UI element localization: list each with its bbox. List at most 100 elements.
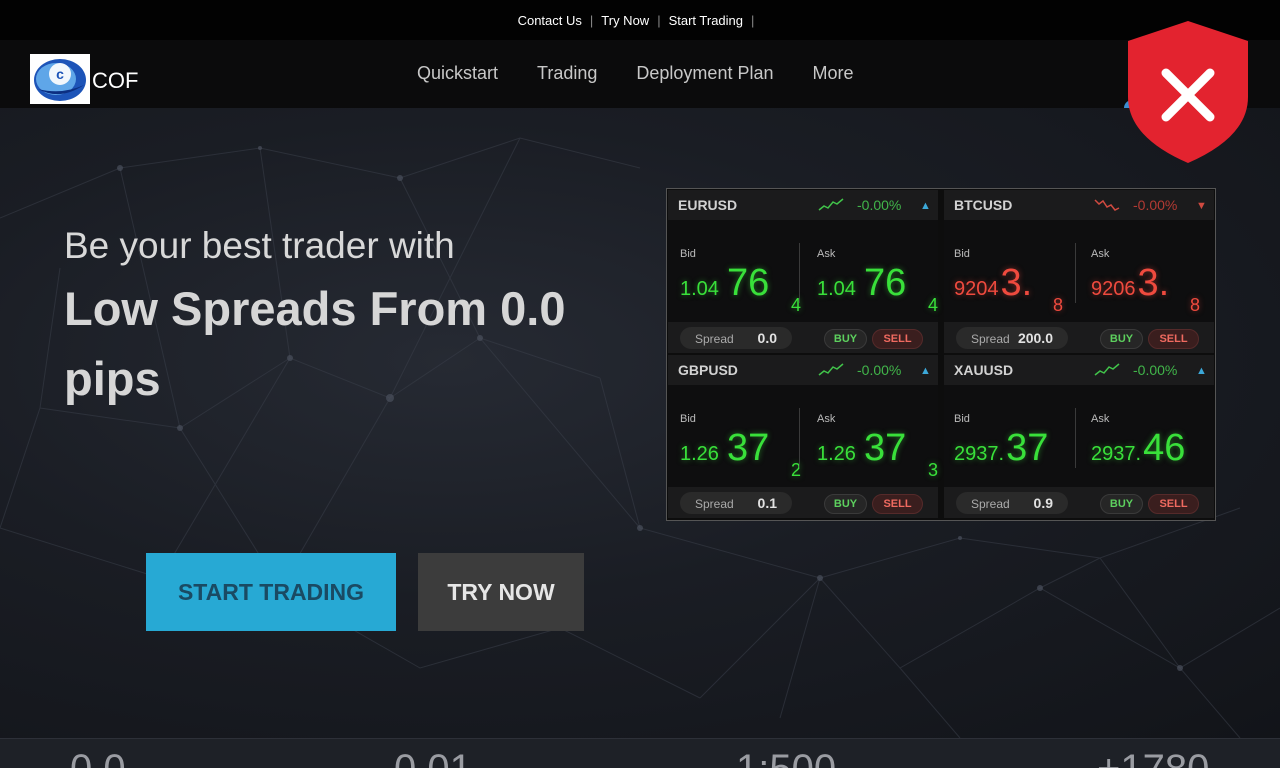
sell-button[interactable]: SELL: [872, 494, 923, 514]
spread-value: 0.0: [757, 330, 777, 346]
ask-price-small: 9206: [1091, 278, 1136, 300]
triangle-up-icon: ▲: [920, 200, 931, 212]
spread-value: 200.0: [1017, 330, 1053, 346]
quote-card-btcusd: BTCUSD -0.00% ▼ Bid 92043. 8 Ask 92063. …: [944, 190, 1214, 353]
nav-item-quickstart[interactable]: Quickstart: [417, 63, 498, 84]
ask-price-big: 3.: [1137, 262, 1170, 304]
spread-value: 0.9: [1033, 495, 1053, 511]
ask-price-small: 1.26: [817, 443, 856, 465]
ask-price: Ask 92063. 8: [1091, 248, 1200, 315]
bid-label: Bid: [680, 248, 696, 260]
symbol-label: EURUSD: [678, 197, 738, 213]
bid-price-big: 76: [726, 262, 770, 304]
bid-price-small: 1.04: [680, 278, 719, 300]
ask-price-big: 46: [1143, 427, 1186, 469]
nav-item-deployment-plan[interactable]: Deployment Plan: [636, 63, 773, 84]
change-percent: -0.00%: [1133, 197, 1178, 213]
symbol-label: GBPUSD: [678, 362, 738, 378]
change-percent: -0.00%: [857, 197, 902, 213]
ask-pip: 4: [928, 295, 939, 315]
hero-headline: Low Spreads From 0.0 pips: [64, 282, 566, 405]
bid-price-small: 9204: [954, 278, 999, 300]
symbol-label: BTCUSD: [954, 197, 1013, 213]
quote-card-eurusd: EURUSD -0.00% ▲ Bid 1.04 76 4 Ask 1.04 76 …: [668, 190, 938, 353]
spread-label: Spread: [971, 497, 1010, 511]
spread-badge: Spread 200.0: [956, 327, 1068, 349]
contact-us-link[interactable]: Contact Us: [518, 13, 582, 28]
bid-price: Bid 2937.37: [954, 413, 1048, 469]
triangle-up-icon: ▲: [1196, 365, 1207, 377]
quote-card-gbpusd: GBPUSD -0.00% ▲ Bid 1.26 37 2 Ask 1.26 37 …: [668, 355, 938, 518]
bid-price-big: 3.: [1000, 262, 1033, 304]
separator: |: [657, 12, 661, 28]
quote-card-xauusd: XAUUSD -0.00% ▲ Bid 2937.37 Ask 2937.46 …: [944, 355, 1214, 518]
bid-label: Bid: [680, 413, 696, 425]
bid-price-big: 37: [1006, 427, 1049, 469]
spread-badge: Spread 0.0: [680, 327, 792, 349]
separator: |: [589, 12, 594, 28]
nav-item-more[interactable]: More: [812, 63, 853, 84]
ask-label: Ask: [1091, 248, 1110, 260]
sell-button[interactable]: SELL: [1148, 329, 1199, 349]
svg-text:c: c: [56, 66, 64, 82]
symbol-label: XAUUSD: [954, 362, 1014, 378]
price-quotes-panel: EURUSD -0.00% ▲ Bid 1.04 76 4 Ask 1.04 76 …: [666, 188, 1216, 521]
start-trading-button[interactable]: START TRADING: [146, 553, 396, 631]
ask-label: Ask: [1091, 413, 1110, 425]
divider: [799, 408, 800, 468]
sell-button[interactable]: SELL: [872, 329, 923, 349]
bid-label: Bid: [954, 248, 970, 260]
bid-price-big: 37: [726, 427, 770, 469]
sparkline-up-icon: [818, 363, 844, 376]
hero-tagline: Be your best trader with: [64, 225, 455, 266]
ask-label: Ask: [817, 413, 836, 425]
nav-item-trading[interactable]: Trading: [537, 63, 597, 84]
spread-label: Spread: [971, 332, 1010, 346]
nav-menu: Quickstart Trading Deployment Plan More: [417, 63, 893, 84]
spread-badge: Spread 0.9: [956, 492, 1068, 514]
separator: |: [751, 12, 755, 28]
sparkline-up-icon: [818, 198, 844, 211]
sell-button[interactable]: SELL: [1148, 494, 1199, 514]
buy-button[interactable]: BUY: [1100, 494, 1143, 514]
buy-button[interactable]: BUY: [824, 494, 867, 514]
spread-label: Spread: [695, 332, 734, 346]
stat-min-spread: 0.0: [70, 747, 126, 768]
ask-pip: 8: [1190, 295, 1201, 315]
main-nav: c COF Quickstart Trading Deployment Plan…: [0, 40, 1280, 130]
top-links-bar: Contact Us | Try Now | Start Trading |: [0, 0, 1280, 40]
brand-logo[interactable]: c COF: [30, 54, 138, 104]
bid-price: Bid 92043. 8: [954, 248, 1063, 315]
bid-label: Bid: [954, 413, 970, 425]
ask-pip: 3: [928, 460, 939, 480]
buy-button[interactable]: BUY: [1100, 329, 1143, 349]
cof-logo-icon: c: [30, 54, 90, 104]
buy-button[interactable]: BUY: [824, 329, 867, 349]
spread-value: 0.1: [757, 495, 777, 511]
spread-label: Spread: [695, 497, 734, 511]
ask-price-big: 76: [863, 262, 907, 304]
ask-price-small: 2937.: [1091, 443, 1142, 465]
try-now-button[interactable]: TRY NOW: [418, 553, 584, 631]
stats-strip: 0.0 0.01 1:500 +1780: [0, 738, 1280, 768]
ask-price: Ask 1.04 76 4: [817, 248, 938, 315]
ask-price: Ask 2937.46: [1091, 413, 1185, 469]
sparkline-up-icon: [1094, 363, 1120, 376]
ask-price: Ask 1.26 37 3: [817, 413, 938, 480]
ask-price-big: 37: [863, 427, 907, 469]
stat-min-lot: 0.01: [394, 747, 472, 768]
bid-price: Bid 1.26 37 2: [680, 413, 801, 480]
brand-name: COF: [92, 68, 139, 93]
shield-x-icon[interactable]: [1126, 19, 1250, 165]
sparkline-down-icon: [1094, 199, 1120, 211]
bid-price-small: 1.26: [680, 443, 719, 465]
try-now-link[interactable]: Try Now: [601, 13, 649, 28]
bid-price: Bid 1.04 76 4: [680, 248, 801, 315]
divider: [1075, 243, 1076, 303]
bid-price-small: 2937.: [954, 443, 1005, 465]
change-percent: -0.00%: [857, 362, 902, 378]
divider: [1075, 408, 1076, 468]
ask-price-small: 1.04: [817, 278, 856, 300]
start-trading-link[interactable]: Start Trading: [669, 13, 743, 28]
divider: [799, 243, 800, 303]
